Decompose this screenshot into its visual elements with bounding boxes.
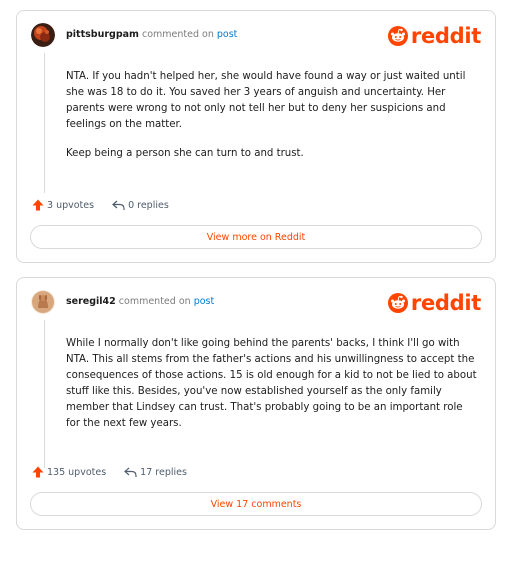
upvote-arrow-icon [32, 466, 44, 478]
avatar[interactable] [31, 290, 55, 314]
username-link[interactable]: pittsburgpam [66, 29, 139, 40]
reddit-wordmark: reddit [410, 24, 481, 48]
view-comments-button[interactable]: View 17 comments [30, 492, 482, 516]
post-link[interactable]: post [194, 296, 215, 307]
thread-line [44, 320, 45, 468]
thread-line [44, 53, 45, 193]
comment-card: seregil42 commented on post reddit While… [16, 277, 496, 530]
comment-body: NTA. If you hadn't helped her, she would… [66, 69, 477, 175]
reddit-logo[interactable]: reddit [387, 291, 481, 315]
reply-icon [124, 467, 137, 477]
comment-card: pittsburgpam commented on post reddit NT… [16, 10, 496, 263]
comment-meta: seregil42 commented on post [66, 295, 214, 309]
reply-button[interactable]: 17 replies [124, 467, 187, 478]
commented-on-text: commented on [118, 296, 191, 307]
comment-meta: pittsburgpam commented on post [66, 28, 237, 42]
comment-header: seregil42 commented on post reddit [31, 290, 481, 318]
post-link[interactable]: post [217, 29, 238, 40]
username-link[interactable]: seregil42 [66, 296, 116, 307]
reply-count: 0 replies [128, 199, 169, 211]
comment-actions: 3 upvotes 0 replies [32, 199, 187, 211]
upvote-button[interactable]: 135 upvotes [32, 466, 106, 478]
avatar[interactable] [31, 23, 55, 47]
upvote-button[interactable]: 3 upvotes [32, 199, 94, 211]
upvote-count: 135 upvotes [47, 466, 107, 478]
comment-paragraph: Keep being a person she can turn to and … [66, 148, 304, 159]
reply-count: 17 replies [140, 466, 187, 478]
reddit-logo[interactable]: reddit [387, 24, 481, 48]
snoo-icon [387, 26, 408, 46]
upvote-arrow-icon [32, 199, 44, 211]
comment-header: pittsburgpam commented on post reddit [31, 23, 481, 51]
upvote-count: 3 upvotes [47, 199, 95, 211]
comment-paragraph: While I normally don't like going behind… [66, 338, 477, 429]
reddit-wordmark: reddit [410, 291, 481, 315]
comment-actions: 135 upvotes 17 replies [32, 466, 205, 478]
reply-icon [112, 200, 125, 210]
snoo-icon [387, 293, 408, 313]
commented-on-text: commented on [141, 29, 214, 40]
view-more-button[interactable]: View more on Reddit [30, 225, 482, 249]
reply-button[interactable]: 0 replies [112, 200, 169, 211]
comment-paragraph: NTA. If you hadn't helped her, she would… [66, 71, 466, 130]
comment-body: While I normally don't like going behind… [66, 336, 477, 445]
